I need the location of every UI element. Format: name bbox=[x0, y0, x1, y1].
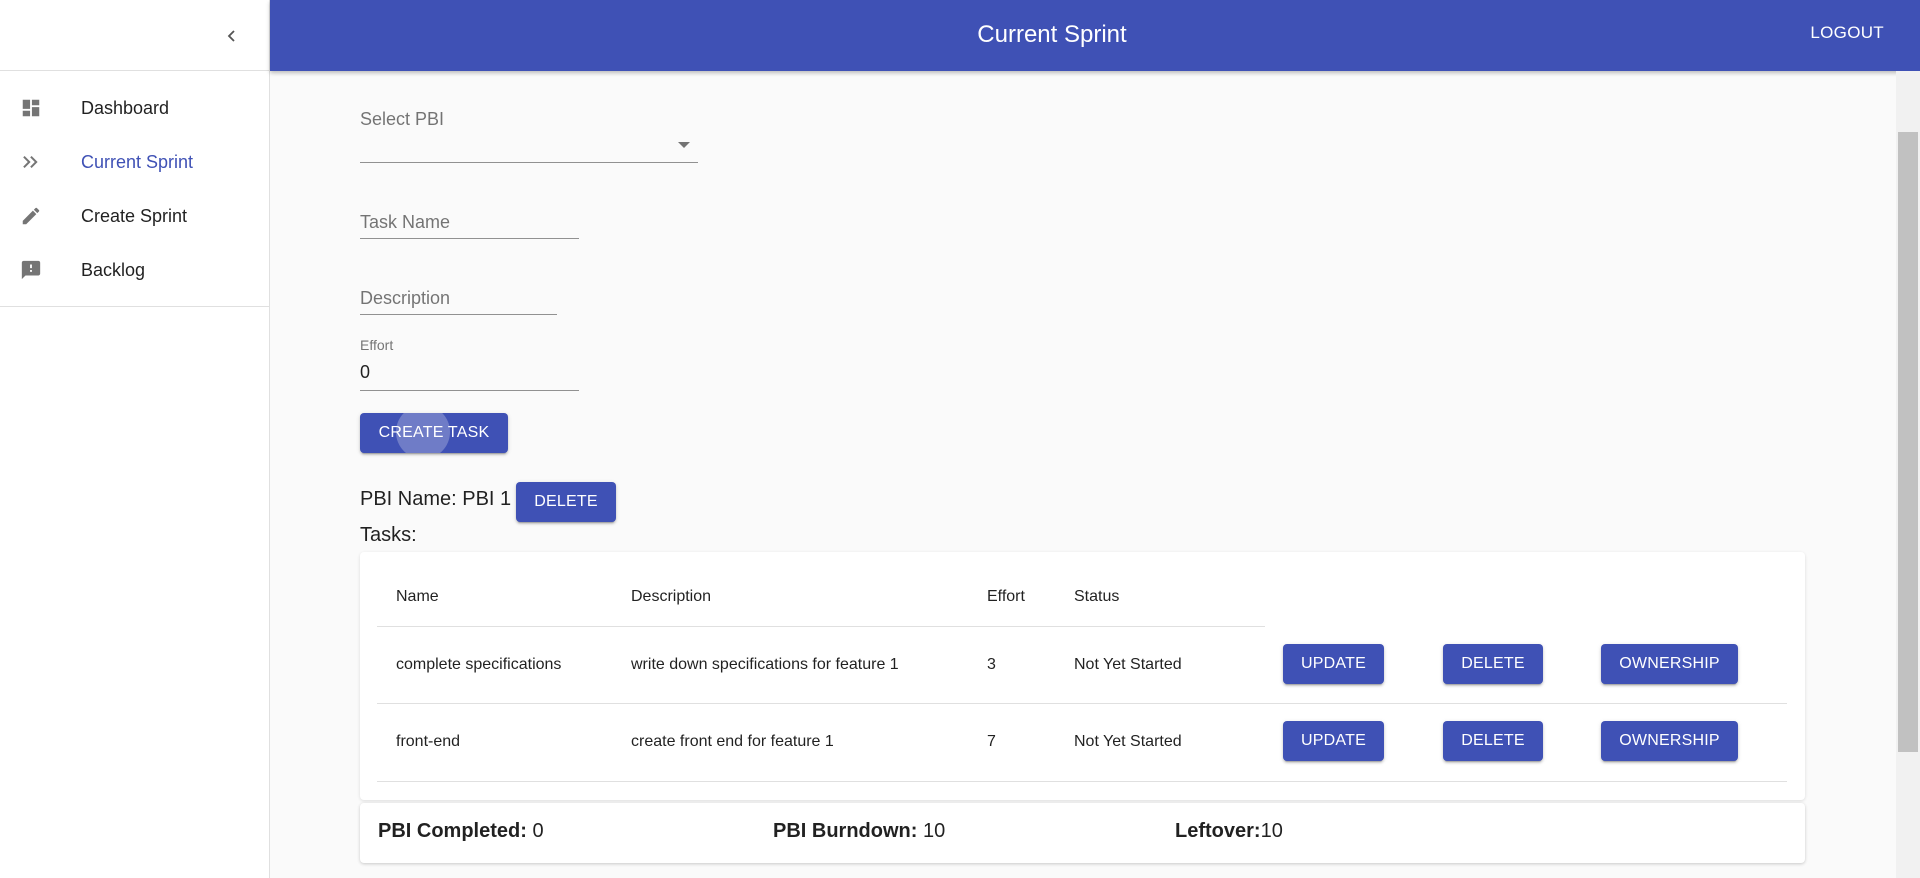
update-label: UPDATE bbox=[1301, 732, 1366, 749]
pbi-burndown-stat: PBI Burndown: 10 bbox=[773, 820, 945, 843]
row-divider bbox=[377, 781, 1787, 782]
update-task-button[interactable]: UPDATE bbox=[1283, 644, 1384, 684]
select-pbi-label: Select PBI bbox=[360, 109, 445, 129]
description-underline bbox=[360, 314, 557, 315]
ownership-label: OWNERSHIP bbox=[1619, 732, 1720, 749]
task-effort-cell: 7 bbox=[987, 733, 996, 750]
sidebar-divider bbox=[0, 306, 269, 307]
delete-task-button[interactable]: DELETE bbox=[1443, 644, 1543, 684]
sidebar-item-label: Dashboard bbox=[81, 97, 170, 118]
column-header-name: Name bbox=[396, 588, 439, 605]
task-status-cell: Not Yet Started bbox=[1074, 656, 1182, 673]
delete-label: DELETE bbox=[1461, 732, 1525, 749]
app-bar: Current Sprint LOGOUT bbox=[270, 0, 1920, 71]
update-task-button[interactable]: UPDATE bbox=[1283, 721, 1384, 761]
create-task-button[interactable]: CREATE TASK bbox=[360, 413, 508, 453]
ownership-label: OWNERSHIP bbox=[1619, 655, 1720, 672]
collapse-sidebar-button[interactable] bbox=[216, 20, 248, 52]
select-pbi-dropdown[interactable] bbox=[360, 128, 698, 162]
column-header-status: Status bbox=[1074, 588, 1120, 605]
task-description-cell: write down specifications for feature 1 bbox=[631, 656, 899, 673]
pbi-stats-card bbox=[360, 803, 1805, 863]
task-name-underline bbox=[360, 238, 579, 239]
task-name-cell: front-end bbox=[396, 733, 461, 750]
pbi-completed-label: PBI Completed: bbox=[378, 820, 527, 842]
task-name-cell: complete specifications bbox=[396, 656, 562, 673]
description-input[interactable] bbox=[360, 281, 557, 314]
leftover-stat: Leftover:10 bbox=[1175, 820, 1283, 843]
chevron-left-icon bbox=[227, 30, 235, 42]
task-description-cell: create front end for feature 1 bbox=[631, 733, 834, 750]
delete-pbi-button[interactable]: DELETE bbox=[516, 482, 616, 522]
sidebar-item-label: Current Sprint bbox=[81, 151, 194, 172]
column-header-description: Description bbox=[631, 588, 712, 605]
effort-input[interactable]: 0 bbox=[360, 362, 370, 383]
pbi-burndown-value: 10 bbox=[923, 820, 946, 842]
feedback-icon bbox=[19, 258, 43, 282]
sidebar-item-dashboard[interactable]: Dashboard bbox=[0, 81, 269, 135]
row-divider bbox=[377, 703, 1787, 704]
sidebar-header bbox=[0, 0, 269, 71]
tasks-label: Tasks: bbox=[360, 524, 417, 546]
sidebar-item-label: Create Sprint bbox=[81, 205, 188, 226]
update-label: UPDATE bbox=[1301, 655, 1366, 672]
column-header-effort: Effort bbox=[987, 588, 1025, 605]
pbi-burndown-label: PBI Burndown: bbox=[773, 820, 918, 842]
sidebar-item-label: Backlog bbox=[81, 259, 146, 280]
leftover-label: Leftover: bbox=[1175, 820, 1261, 842]
task-effort-cell: 3 bbox=[987, 656, 996, 673]
page-title: Current Sprint bbox=[977, 21, 1127, 48]
ownership-button[interactable]: OWNERSHIP bbox=[1601, 644, 1738, 684]
delete-label: DELETE bbox=[1461, 655, 1525, 672]
effort-underline bbox=[360, 390, 579, 391]
leftover-value: 10 bbox=[1260, 820, 1283, 842]
sidebar-item-backlog[interactable]: Backlog bbox=[0, 243, 269, 297]
header-divider bbox=[377, 626, 1265, 627]
sidebar-item-create-sprint[interactable]: Create Sprint bbox=[0, 189, 269, 243]
pbi-name: PBI Name: PBI 1 bbox=[360, 488, 512, 510]
delete-pbi-label: DELETE bbox=[534, 493, 598, 510]
pbi-completed-value: 0 bbox=[532, 820, 544, 842]
task-status-cell: Not Yet Started bbox=[1074, 733, 1182, 750]
task-name-input[interactable] bbox=[360, 205, 579, 238]
sidebar: Dashboard Current Sprint Create Sprint B… bbox=[0, 0, 270, 878]
ownership-button[interactable]: OWNERSHIP bbox=[1601, 721, 1738, 761]
scrollbar-thumb[interactable] bbox=[1898, 132, 1918, 752]
effort-label: Effort bbox=[360, 337, 394, 353]
dashboard-icon bbox=[19, 96, 43, 120]
create-task-label: CREATE TASK bbox=[378, 424, 490, 441]
double-chevron-right-icon bbox=[19, 150, 43, 174]
sidebar-item-current-sprint[interactable]: Current Sprint bbox=[0, 135, 269, 189]
pencil-icon bbox=[19, 204, 43, 228]
dropdown-arrow-icon[interactable] bbox=[678, 142, 690, 148]
logout-button[interactable]: LOGOUT bbox=[1810, 23, 1884, 43]
select-pbi-underline bbox=[360, 162, 698, 163]
pbi-completed-stat: PBI Completed: 0 bbox=[378, 820, 544, 843]
delete-task-button[interactable]: DELETE bbox=[1443, 721, 1543, 761]
